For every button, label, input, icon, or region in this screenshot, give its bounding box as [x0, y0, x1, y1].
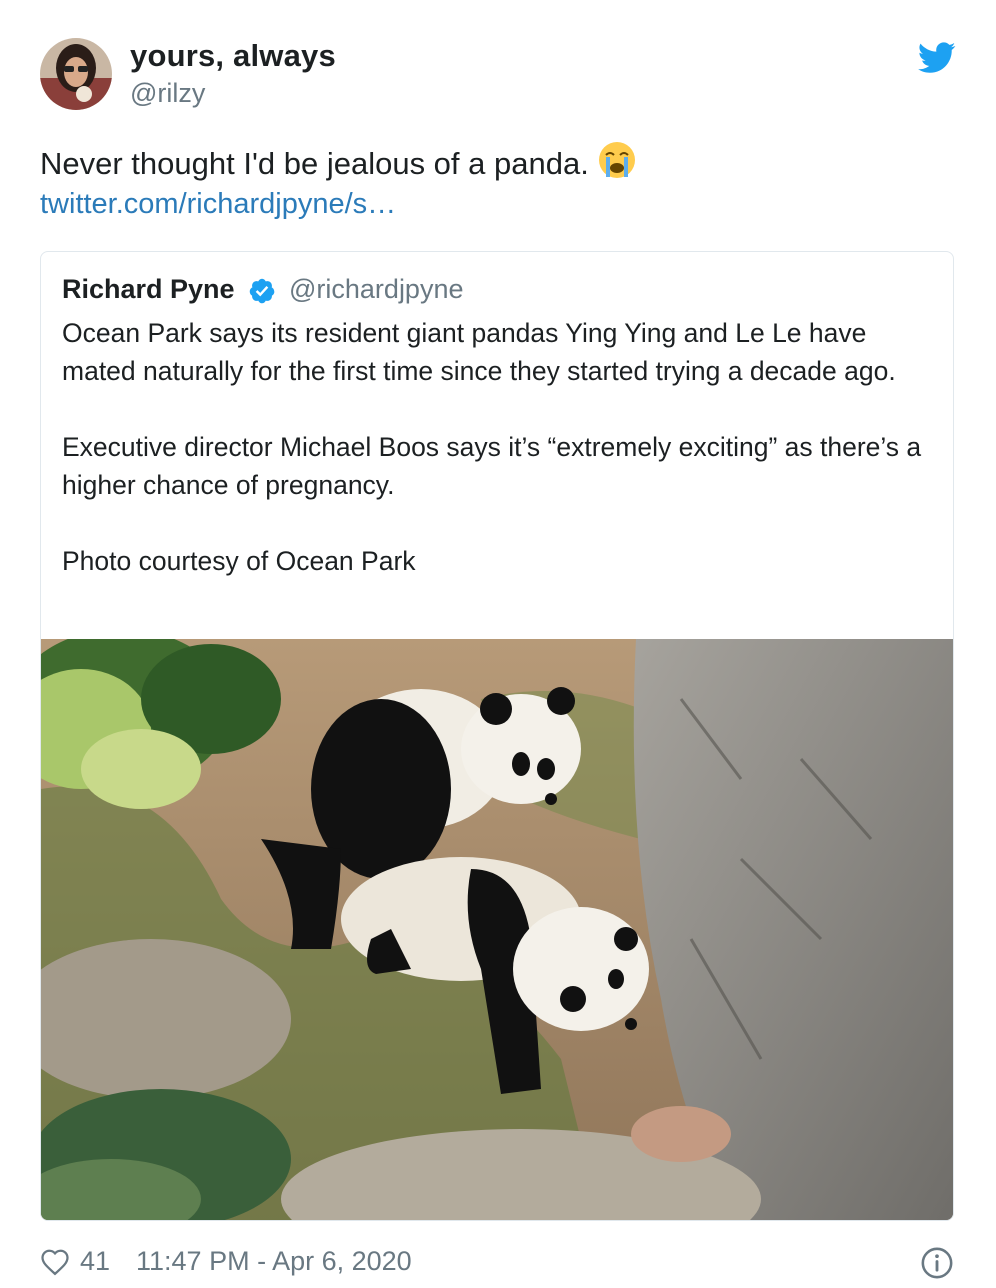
quoted-author-display-name[interactable]: Richard Pyne — [62, 274, 235, 305]
author-display-name[interactable]: yours, always — [130, 38, 336, 74]
author-handle[interactable]: @rilzy — [130, 78, 205, 109]
quoted-author-handle[interactable]: @richardjpyne — [289, 274, 464, 305]
verified-badge-icon — [248, 277, 276, 305]
tweet-link[interactable]: twitter.com/richardjpyne/s… — [40, 188, 396, 221]
tweet-text-content: Never thought I'd be jealous of a panda. — [40, 146, 589, 181]
info-icon[interactable] — [920, 1246, 954, 1280]
loudly-crying-face-emoji — [597, 140, 637, 180]
avatar[interactable] — [40, 38, 112, 110]
tweet-timestamp[interactable]: 11:47 PM - Apr 6, 2020 — [136, 1246, 412, 1277]
quoted-paragraph: Ocean Park says its resident giant panda… — [62, 318, 896, 386]
tweet-text: Never thought I'd be jealous of a panda. — [40, 140, 637, 186]
panda-photo[interactable] — [41, 629, 953, 1220]
tweet-footer: 41 11:47 PM - Apr 6, 2020 — [40, 1244, 956, 1284]
tweet-card: yours, always @rilzy Never thought I'd b… — [0, 0, 996, 1288]
quoted-paragraph: Photo courtesy of Ocean Park — [62, 546, 416, 576]
like-count[interactable]: 41 — [80, 1246, 110, 1277]
quoted-paragraph: Executive director Michael Boos says it’… — [62, 432, 922, 500]
heart-icon[interactable] — [40, 1248, 70, 1276]
twitter-bird-icon[interactable] — [918, 42, 956, 74]
quoted-tweet-text: Ocean Park says its resident giant panda… — [62, 314, 932, 618]
quoted-tweet[interactable]: Richard Pyne @richardjpyne Ocean Park sa… — [40, 251, 954, 1221]
